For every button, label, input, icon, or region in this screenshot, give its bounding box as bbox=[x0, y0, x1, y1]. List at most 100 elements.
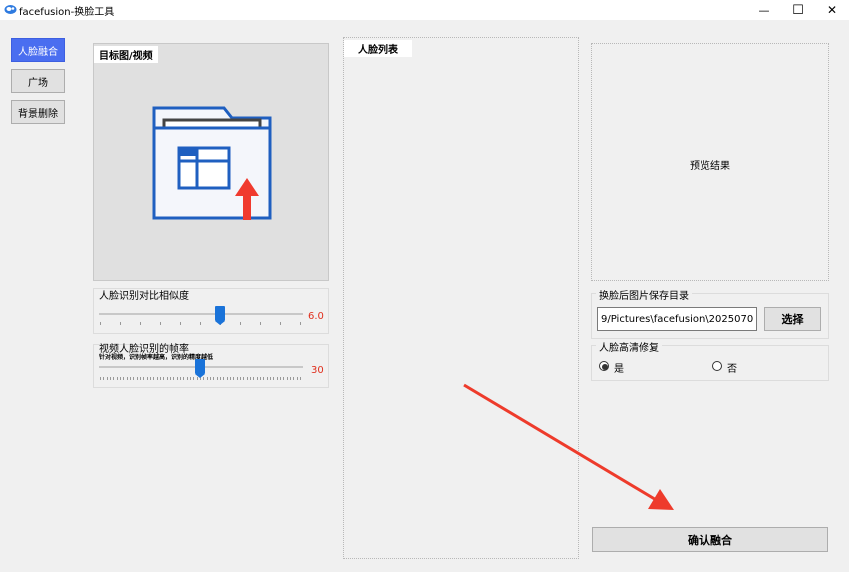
slider-tick bbox=[256, 377, 258, 380]
slider-tick bbox=[130, 377, 131, 380]
slider-tick bbox=[273, 377, 275, 380]
slider-tick bbox=[180, 322, 181, 325]
slider-tick bbox=[266, 377, 268, 380]
slider-tick bbox=[133, 377, 135, 380]
similarity-slider-thumb[interactable] bbox=[215, 306, 225, 325]
slider-tick bbox=[160, 322, 161, 325]
slider-tick bbox=[160, 377, 161, 380]
slider-tick bbox=[290, 377, 291, 380]
slider-tick bbox=[173, 377, 175, 380]
slider-tick bbox=[293, 377, 295, 380]
slider-tick bbox=[236, 377, 238, 380]
slider-tick bbox=[123, 377, 125, 380]
slider-tick bbox=[270, 377, 271, 380]
save-dir-input[interactable] bbox=[597, 307, 757, 331]
hd-repair-no-radio[interactable] bbox=[712, 361, 722, 371]
slider-tick bbox=[163, 377, 165, 380]
slider-tick bbox=[110, 377, 111, 380]
nav-square-label: 广场 bbox=[28, 77, 48, 89]
title-bar bbox=[0, 0, 849, 20]
slider-tick bbox=[186, 377, 188, 380]
close-icon: ✕ bbox=[826, 3, 838, 17]
confirm-fusion-button-label: 确认融合 bbox=[688, 533, 732, 547]
save-dir-label: 换脸后图片保存目录 bbox=[596, 287, 692, 302]
face-list-panel[interactable] bbox=[343, 37, 579, 559]
slider-tick bbox=[100, 377, 101, 380]
close-button[interactable]: ✕ bbox=[815, 0, 849, 20]
slider-tick bbox=[213, 377, 215, 380]
slider-tick bbox=[233, 377, 235, 380]
similarity-slider-track[interactable] bbox=[99, 313, 303, 315]
nav-face-fusion-label: 人脸融合 bbox=[18, 46, 58, 58]
slider-tick bbox=[116, 377, 118, 380]
minimize-button[interactable]: — bbox=[747, 0, 781, 20]
slider-tick bbox=[240, 322, 241, 325]
frame-rate-slider-thumb[interactable] bbox=[195, 359, 205, 378]
slider-tick bbox=[223, 377, 225, 380]
slider-tick bbox=[176, 377, 178, 380]
slider-tick bbox=[210, 377, 211, 380]
slider-tick bbox=[103, 377, 105, 380]
target-media-label: 目标图/视频 bbox=[94, 46, 158, 63]
maximize-button[interactable]: ☐ bbox=[781, 0, 815, 20]
slider-tick bbox=[260, 377, 261, 380]
slider-tick bbox=[286, 377, 288, 380]
hd-repair-yes-label[interactable]: 是 bbox=[614, 360, 624, 375]
nav-square[interactable]: 广场 bbox=[11, 69, 65, 93]
slider-tick bbox=[156, 377, 158, 380]
slider-tick bbox=[170, 377, 171, 380]
slider-tick bbox=[150, 377, 151, 380]
slider-tick bbox=[280, 377, 281, 380]
slider-tick bbox=[146, 377, 148, 380]
minimize-icon: — bbox=[758, 3, 770, 17]
facefusion-logo-icon bbox=[4, 3, 17, 16]
slider-tick bbox=[143, 377, 145, 380]
nav-face-fusion[interactable]: 人脸融合 bbox=[11, 38, 65, 62]
preview-label: 预览结果 bbox=[690, 161, 730, 172]
frame-rate-value: 30 bbox=[311, 365, 324, 376]
slider-tick bbox=[260, 322, 261, 325]
confirm-fusion-button[interactable]: 确认融合 bbox=[592, 527, 828, 552]
slider-tick bbox=[253, 377, 255, 380]
slider-tick bbox=[113, 377, 115, 380]
slider-tick bbox=[296, 377, 298, 380]
hd-repair-label: 人脸高清修复 bbox=[596, 339, 662, 354]
similarity-value: 6.0 bbox=[308, 311, 324, 322]
slider-tick bbox=[300, 322, 301, 325]
slider-tick bbox=[126, 377, 128, 380]
slider-tick bbox=[276, 377, 278, 380]
hd-repair-no-label[interactable]: 否 bbox=[727, 360, 737, 375]
slider-tick bbox=[120, 377, 121, 380]
slider-tick bbox=[140, 322, 141, 325]
slider-tick bbox=[240, 377, 241, 380]
slider-tick bbox=[220, 377, 221, 380]
face-list-label: 人脸列表 bbox=[344, 40, 412, 57]
maximize-icon: ☐ bbox=[792, 2, 804, 18]
slider-tick bbox=[190, 377, 191, 380]
slider-tick bbox=[250, 377, 251, 380]
slider-tick bbox=[243, 377, 245, 380]
slider-tick bbox=[230, 377, 231, 380]
slider-tick bbox=[226, 377, 228, 380]
slider-tick bbox=[206, 377, 208, 380]
slider-tick bbox=[153, 377, 155, 380]
slider-tick bbox=[166, 377, 168, 380]
slider-tick bbox=[263, 377, 265, 380]
similarity-label: 人脸识别对比相似度 bbox=[99, 291, 189, 302]
select-dir-button[interactable]: 选择 bbox=[764, 307, 821, 331]
hd-repair-yes-radio[interactable] bbox=[599, 361, 609, 371]
slider-tick bbox=[246, 377, 248, 380]
slider-tick bbox=[100, 322, 101, 325]
select-dir-button-label: 选择 bbox=[781, 313, 804, 326]
nav-background-remove[interactable]: 背景删除 bbox=[11, 100, 65, 124]
slider-tick bbox=[120, 322, 121, 325]
slider-tick bbox=[183, 377, 185, 380]
slider-tick bbox=[280, 322, 281, 325]
slider-tick bbox=[200, 322, 201, 325]
slider-tick bbox=[216, 377, 218, 380]
slider-tick bbox=[180, 377, 181, 380]
slider-tick bbox=[283, 377, 285, 380]
window-title: facefusion-换脸工具 bbox=[19, 7, 115, 18]
slider-tick bbox=[140, 377, 141, 380]
slider-tick bbox=[300, 377, 301, 380]
